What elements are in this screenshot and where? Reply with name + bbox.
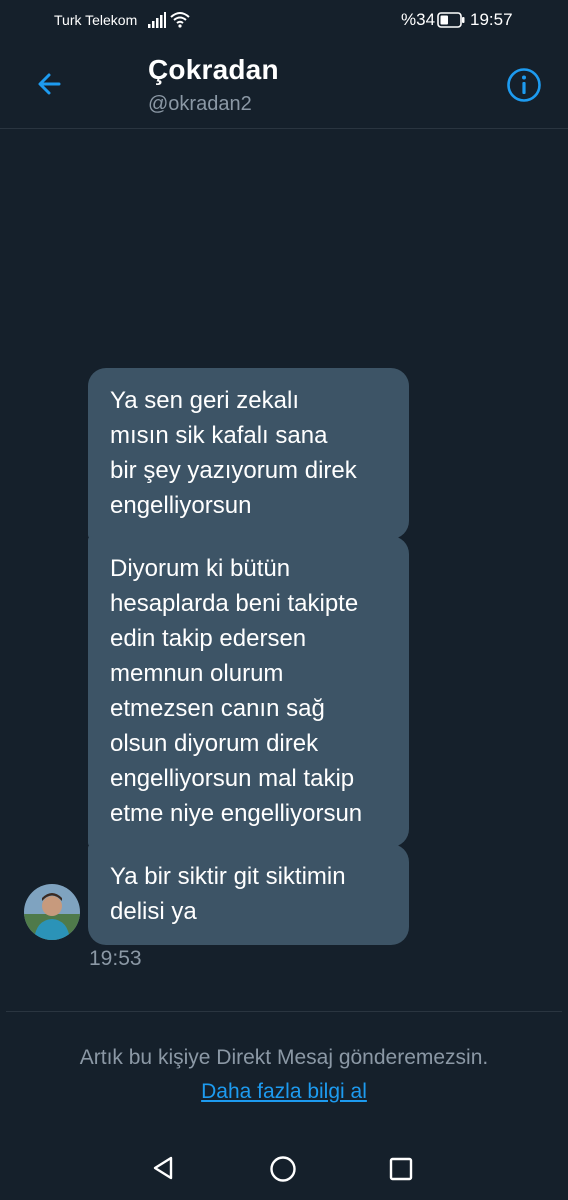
message-bubble[interactable]: Diyorum ki bütün hesaplarda beni takipte… <box>88 536 409 847</box>
signal-icon <box>148 12 166 28</box>
avatar-photo <box>24 884 80 940</box>
nav-back-icon[interactable] <box>150 1155 176 1181</box>
message-line: memnun olurum <box>110 660 284 687</box>
message-line: engelliyorsun mal takip <box>110 765 355 792</box>
message-line: olsun diyorum direk <box>110 730 319 757</box>
info-button[interactable] <box>505 66 543 104</box>
message-line: Ya sen geri zekalı <box>110 387 299 414</box>
battery-icon <box>437 12 465 28</box>
system-nav-bar <box>0 1130 568 1200</box>
message-line: hesaplarda beni takipte <box>110 590 359 617</box>
info-icon <box>507 68 541 102</box>
message-line: etme niye engelliyorsun <box>110 800 363 827</box>
carrier-name: Turk Telekom <box>54 12 138 28</box>
status-time: 19:57 <box>470 10 513 29</box>
nav-home-icon[interactable] <box>268 1154 298 1184</box>
blocked-notice: Artık bu kişiye Direkt Mesaj gönderemezs… <box>79 1046 489 1069</box>
message-line: edin takip edersen <box>110 625 307 652</box>
wifi-icon <box>170 12 190 28</box>
message-line: bir şey yazıyorum direk <box>110 457 357 484</box>
message-bubble[interactable]: Ya sen geri zekalı mısın sik kafalı sana… <box>88 368 409 539</box>
back-button[interactable] <box>30 64 70 104</box>
message-line: delisi ya <box>110 898 197 925</box>
conversation-header: Çokradan @okradan2 <box>0 42 568 129</box>
nav-recents-icon[interactable] <box>388 1156 414 1182</box>
message-line: Ya bir siktir git siktimin <box>110 863 346 890</box>
battery-percent: %34 <box>401 10 436 29</box>
message-timestamp: 19:53 <box>89 947 142 970</box>
status-bar: Turk Telekom %34 19:57 <box>0 0 568 42</box>
message-bubble[interactable]: Ya bir siktir git siktimin delisi ya <box>88 844 409 945</box>
conversation-title: Çokradan <box>148 54 279 85</box>
message-line: mısın sik kafalı sana <box>110 422 328 449</box>
conversation-handle: @okradan2 <box>148 93 252 115</box>
divider <box>6 1011 562 1012</box>
message-line: etmezsen canın sağ <box>110 695 325 722</box>
message-line: Diyorum ki bütün <box>110 555 291 582</box>
sender-avatar[interactable] <box>24 884 80 940</box>
learn-more-link[interactable]: Daha fazla bilgi al <box>0 1080 568 1104</box>
back-arrow-icon <box>38 73 61 95</box>
message-line: engelliyorsun <box>110 492 252 519</box>
